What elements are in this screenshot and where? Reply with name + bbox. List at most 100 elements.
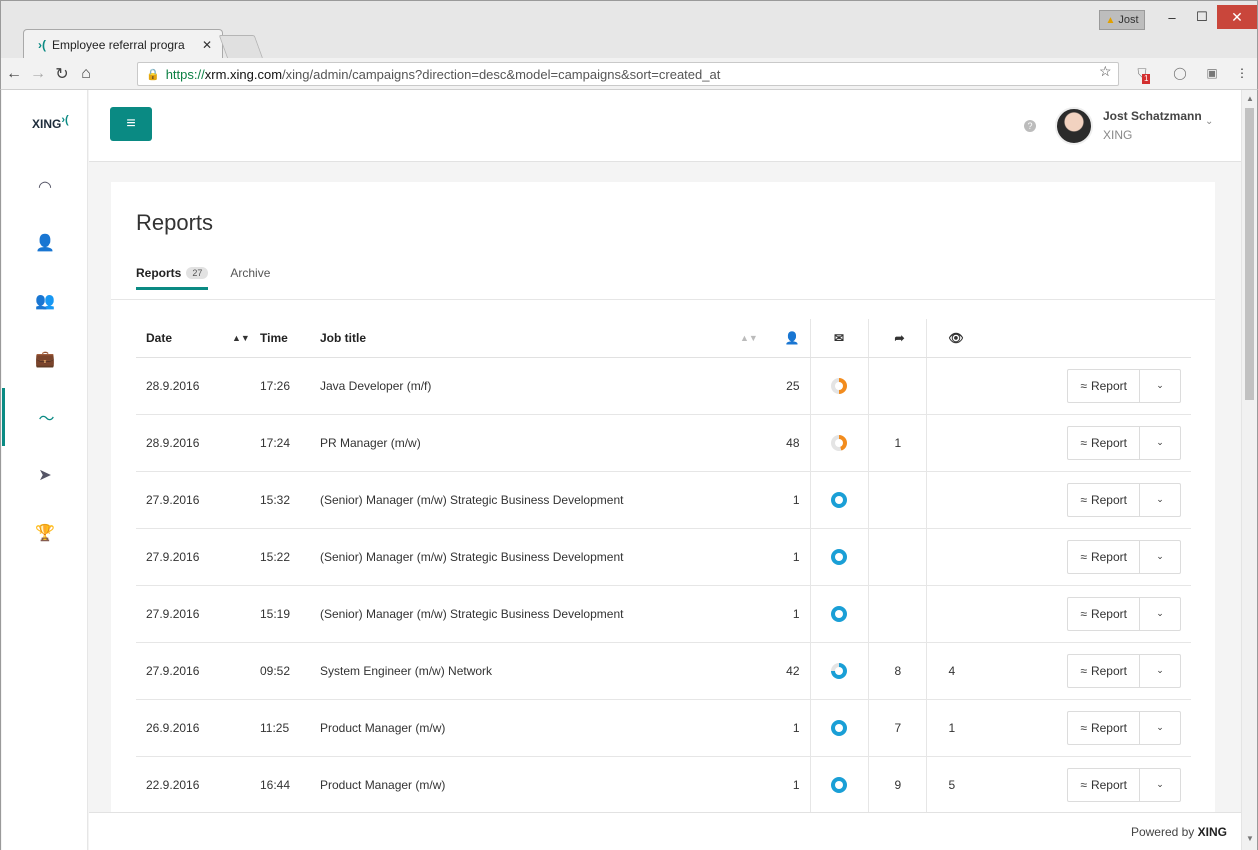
chevron-down-icon: ⌄ [1156, 779, 1164, 789]
progress-pie-icon [831, 548, 847, 565]
cell-views: 4 [925, 642, 984, 700]
address-bar[interactable]: 🔒 https://xrm.xing.com/xing/admin/campai… [137, 62, 1119, 86]
table-row: 27.9.2016 15:22 (Senior) Manager (m/w) Str… [136, 528, 1191, 586]
sidebar-item-reports[interactable]: 〜 [2, 388, 88, 446]
report-button-group: ≈ Report ⌄ [1067, 710, 1181, 745]
logo-mark: ›( [61, 114, 69, 126]
scrollbar[interactable]: ▲ ▼ [1241, 90, 1257, 850]
tab-reports[interactable]: Reports 27 [136, 266, 209, 290]
sidebar-item-user[interactable]: 👤 [2, 214, 88, 272]
report-dropdown-button[interactable]: ⌄ [1140, 712, 1180, 744]
lock-icon: 🔒 [146, 68, 160, 81]
report-button-label: Report [1090, 663, 1127, 678]
cell-forwards [867, 471, 926, 529]
send-icon: ➤ [38, 467, 52, 484]
chart-line-icon: ≈ [1080, 492, 1087, 507]
browser-toolbar: ← → ↻ ⌂ 🔒 https://xrm.xing.com/xing/admi… [0, 58, 1258, 90]
reload-button[interactable]: ↻ [51, 64, 73, 84]
sidebar-item-dashboard[interactable]: ◠ [2, 158, 88, 216]
cell-time: 11:25 [250, 699, 310, 757]
bookmark-star-icon[interactable]: ☆ [1099, 63, 1112, 80]
column-header-time[interactable]: Time [250, 319, 310, 358]
cell-views: 5 [925, 756, 984, 814]
sort-inactive-icon[interactable]: ▲▼ [730, 319, 770, 358]
chevron-down-icon: ⌄ [1156, 665, 1164, 675]
report-button[interactable]: ≈ Report [1068, 768, 1140, 801]
eye-icon: 👁 [948, 330, 964, 345]
report-button[interactable]: ≈ Report [1068, 369, 1140, 402]
report-dropdown-button[interactable]: ⌄ [1140, 598, 1180, 630]
report-button[interactable]: ≈ Report [1068, 426, 1140, 459]
cell-job-title: Product Manager (m/w) [310, 699, 730, 757]
report-button[interactable]: ≈ Report [1068, 540, 1140, 573]
chevron-down-icon[interactable]: ⌄ [1205, 116, 1213, 127]
profile-badge[interactable]: ▲ Jost [1099, 10, 1145, 30]
cell-spacer [730, 699, 770, 757]
report-button[interactable]: ≈ Report [1068, 654, 1140, 687]
cell-spacer [730, 471, 770, 529]
maximize-button[interactable]: ☐ [1187, 5, 1217, 29]
new-tab-button[interactable] [218, 35, 264, 59]
trophy-icon: 🏆 [35, 525, 55, 542]
scroll-up-icon[interactable]: ▲ [1246, 94, 1254, 103]
cell-job-title: (Senior) Manager (m/w) Strategic Busines… [310, 471, 730, 529]
scroll-thumb[interactable] [1245, 108, 1254, 400]
browser-tab[interactable]: ›( Employee referral progra ✕ [23, 29, 223, 59]
square-extension-icon[interactable]: ▣ [1203, 64, 1221, 82]
cell-views [925, 414, 984, 472]
report-button-label: Report [1090, 492, 1127, 507]
sidebar-item-users[interactable]: 👥 [2, 272, 88, 330]
reports-card: Reports Reports 27 Archive Date ▲▼ Time … [111, 182, 1215, 850]
sidebar-item-send[interactable]: ➤ [2, 446, 88, 504]
chart-line-icon: ≈ [1080, 435, 1087, 450]
back-button[interactable]: ← [3, 65, 25, 83]
report-button[interactable]: ≈ Report [1068, 711, 1140, 744]
browser-menu-icon[interactable]: ⋮ [1233, 64, 1251, 82]
menu-toggle-button[interactable]: ≡ [110, 107, 152, 141]
xing-logo[interactable]: XING›( [32, 114, 69, 131]
report-dropdown-button[interactable]: ⌄ [1140, 769, 1180, 801]
column-header-actions [984, 319, 1191, 358]
scroll-down-icon[interactable]: ▼ [1246, 834, 1254, 843]
report-dropdown-button[interactable]: ⌄ [1140, 655, 1180, 687]
sidebar-item-trophy[interactable]: 🏆 [2, 504, 88, 562]
report-button-group: ≈ Report ⌄ [1067, 653, 1181, 688]
home-button[interactable]: ⌂ [75, 65, 97, 83]
cell-views [925, 471, 984, 529]
cell-spacer [232, 585, 250, 643]
tab-close-icon[interactable]: ✕ [202, 38, 212, 52]
table-header-row: Date ▲▼ Time Job title ▲▼ 👤 ✉ ➦ 👁 [136, 319, 1191, 358]
table-row: 28.9.2016 17:26 Java Developer (m/f) 25 ≈ Rep… [136, 357, 1191, 415]
column-header-job-title[interactable]: Job title [310, 319, 730, 358]
cell-count: 48 [770, 414, 810, 472]
report-dropdown-button[interactable]: ⌄ [1140, 541, 1180, 573]
sidebar-item-briefcase[interactable]: 💼 [2, 330, 88, 388]
minimize-button[interactable]: – [1157, 5, 1187, 29]
chevron-down-icon: ⌄ [1156, 494, 1164, 504]
user-name[interactable]: Jost Schatzmann [1103, 109, 1202, 123]
report-button[interactable]: ≈ Report [1068, 483, 1140, 516]
xing-favicon-icon: ›( [38, 37, 46, 52]
tab-archive[interactable]: Archive [230, 266, 270, 290]
close-window-button[interactable]: ✕ [1217, 5, 1257, 29]
help-icon[interactable]: ? [1024, 120, 1036, 132]
report-dropdown-button[interactable]: ⌄ [1140, 427, 1180, 459]
column-header-date[interactable]: Date [136, 319, 232, 358]
report-dropdown-button[interactable]: ⌄ [1140, 484, 1180, 516]
forward-button[interactable]: → [27, 65, 49, 83]
avatar[interactable] [1055, 107, 1093, 145]
cell-spacer [730, 528, 770, 586]
cell-views [925, 585, 984, 643]
circle-extension-icon[interactable]: ◯ [1171, 64, 1189, 82]
report-button[interactable]: ≈ Report [1068, 597, 1140, 630]
user-org: XING [1103, 128, 1133, 142]
chart-line-icon: ≈ [1080, 549, 1087, 564]
report-dropdown-button[interactable]: ⌄ [1140, 370, 1180, 402]
chevron-down-icon: ⌄ [1156, 608, 1164, 618]
cell-spacer [730, 414, 770, 472]
chart-line-icon: ≈ [1080, 663, 1087, 678]
url-host: xrm.xing.com [204, 66, 283, 82]
warning-icon: ▲ [1105, 14, 1116, 26]
chevron-down-icon: ⌄ [1156, 722, 1164, 732]
sort-icon[interactable]: ▲▼ [232, 319, 250, 358]
